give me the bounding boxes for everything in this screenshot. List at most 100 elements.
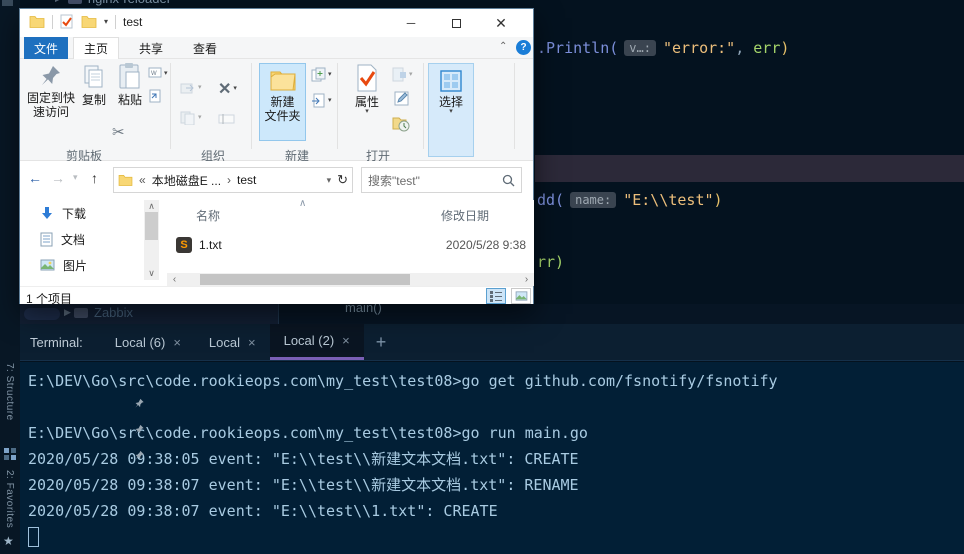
breadcrumb-chevron[interactable]: « [139,173,146,187]
dropdown-arrow-icon: ▾ [449,108,453,115]
dropdown-arrow-icon: ▾ [409,70,413,78]
history-button[interactable] [392,115,410,135]
close-button[interactable]: ✕ [480,9,522,37]
maximize-icon [451,18,461,28]
delete-button[interactable]: ✕ ▾ [218,79,237,99]
copy-to-icon [180,111,195,125]
download-icon [42,207,52,219]
structure-toolwindow-button[interactable]: 7: Structure [4,363,15,421]
open-with-button[interactable]: ▾ [392,67,413,82]
address-dropdown-icon[interactable]: ▾ [327,175,332,186]
dropdown-arrow-icon: ▾ [233,85,237,92]
tab-view[interactable]: 查看 [182,37,228,59]
forward-button[interactable]: → [51,170,65,186]
search-input[interactable]: 搜索"test" [361,167,522,193]
dropdown-arrow-icon: ▾ [198,114,202,121]
move-to-button[interactable]: ▾ [180,81,202,95]
address-bar[interactable]: « 本地磁盘E ... › test ▾ ↻ [113,167,353,193]
tab-file[interactable]: 文件 [24,37,68,59]
properties-button[interactable]: 属性 ▾ [348,64,386,115]
group-divider [423,63,424,149]
code-line-watcher-add[interactable]: dd(name: "E:\\test") [537,189,723,211]
collapse-ribbon-icon[interactable]: ⌃ [499,41,507,52]
new-folder-button[interactable]: 新建 文件夹 [259,63,306,141]
easy-access-button[interactable]: ▾ [311,93,332,108]
paste-button[interactable]: 粘贴 [113,62,147,107]
terminal-line: E:\DEV\Go\src\code.rookieops.com\my_test… [28,424,588,442]
scroll-right-icon[interactable]: › [519,274,534,285]
terminal-tabbar: Terminal: Local (6) × Local × Local (2) … [20,324,964,361]
help-icon[interactable]: ? [516,40,531,55]
terminal-line: E:\DEV\Go\src\code.rookieops.com\my_test… [28,372,778,390]
breadcrumb-chevron: › [227,173,232,187]
code-token-string: "error:" [662,39,736,57]
details-view-button[interactable] [486,288,506,304]
scroll-left-icon[interactable]: ‹ [167,274,182,285]
close-icon[interactable]: × [342,333,350,348]
properties-quick-icon[interactable] [60,14,74,29]
code-line-println[interactable]: .Println(v…: "error:", err) [537,37,789,59]
copy-path-button[interactable]: W ▾ [148,67,168,81]
scroll-down-icon[interactable]: ∨ [144,268,159,279]
dropdown-arrow-icon: ▾ [198,84,202,91]
folder-icon [118,175,133,186]
new-item-button[interactable]: ▾ [311,67,332,82]
back-button[interactable]: ← [28,170,42,186]
select-button[interactable]: 选择 ▾ [428,63,474,157]
copy-to-button[interactable]: ▾ [180,111,202,125]
minimize-button[interactable]: ─ [390,9,432,37]
favorites-toolwindow-button[interactable]: 2: Favorites [4,470,15,528]
search-icon [502,174,515,186]
cut-icon[interactable]: ✂ [112,123,125,141]
horizontal-scrollbar[interactable]: ‹ › [167,273,534,286]
easy-access-icon [312,93,325,108]
move-to-icon [180,83,194,94]
pin-to-quick-access-button[interactable]: 固定到快速访问 [27,64,75,119]
terminal-output[interactable]: E:\DEV\Go\src\code.rookieops.com\my_test… [20,362,964,554]
delete-icon: ✕ [218,81,232,98]
terminal-tab-local-6[interactable]: Local (6) × [101,324,195,360]
up-button[interactable]: ↑ [91,170,98,186]
copy-button[interactable]: 复制 [78,64,110,107]
file-explorer-window[interactable]: ▾ test ─ ✕ 文件 主页 共享 查看 ⌃ ? 固定到快速访问 复制 粘贴… [19,8,534,460]
window-title: test [123,14,143,29]
file-row[interactable]: S 1.txt 2020/5/28 9:38 [176,234,526,256]
nav-scrollbar[interactable]: ∧ ∨ [144,200,159,280]
tab-home[interactable]: 主页 [73,37,119,59]
scrollbar-thumb[interactable] [200,274,410,285]
explorer-titlebar[interactable]: ▾ test ─ ✕ [20,9,533,37]
breadcrumb-drive[interactable]: 本地磁盘E ... [152,172,221,189]
column-header-date[interactable]: 修改日期 [441,207,489,224]
param-hint-badge: v…: [624,40,656,56]
pin-icon [135,424,144,434]
ribbon: 固定到快速访问 复制 粘贴 ✂ W ▾ 剪贴板 ▾ ▾ ✕ ▾ 组织 新建 文件… [20,59,533,163]
column-header-name[interactable]: 名称 [196,207,220,224]
scrollbar-thumb[interactable] [145,212,158,240]
scroll-up-icon[interactable]: ∧ [144,201,159,212]
terminal-tab-local-2-active[interactable]: Local (2) × [269,324,364,360]
paste-shortcut-button[interactable] [148,89,162,103]
tree-expand-arrow-icon: ▶ [55,0,62,4]
button-label: 粘贴 [117,93,142,107]
tree-row-fragment[interactable]: ▶ Zabbix [20,304,278,324]
divider [52,14,53,29]
new-folder-icon [270,71,296,91]
refresh-icon[interactable]: ↻ [337,172,348,188]
close-icon[interactable]: × [173,335,181,350]
thumbnail-view-button[interactable] [511,288,531,304]
code-line-err-fragment[interactable]: rr) [537,251,564,273]
history-dropdown-icon[interactable]: ▾ [73,172,78,183]
breadcrumb-folder[interactable]: test [237,173,256,187]
edit-button[interactable] [394,91,409,109]
param-hint-badge: name: [570,192,617,208]
close-icon[interactable]: × [248,335,256,350]
tab-share[interactable]: 共享 [128,37,174,59]
sort-ascending-icon: ∧ [299,198,307,209]
properties-icon [357,64,377,92]
qat-customize-icon[interactable]: ▾ [104,17,108,26]
new-folder-quick-icon[interactable] [81,15,97,28]
maximize-button[interactable] [435,9,477,37]
terminal-tab-local[interactable]: Local × [195,324,270,360]
new-terminal-tab-button[interactable]: + [364,332,399,353]
rename-button[interactable] [218,113,235,125]
